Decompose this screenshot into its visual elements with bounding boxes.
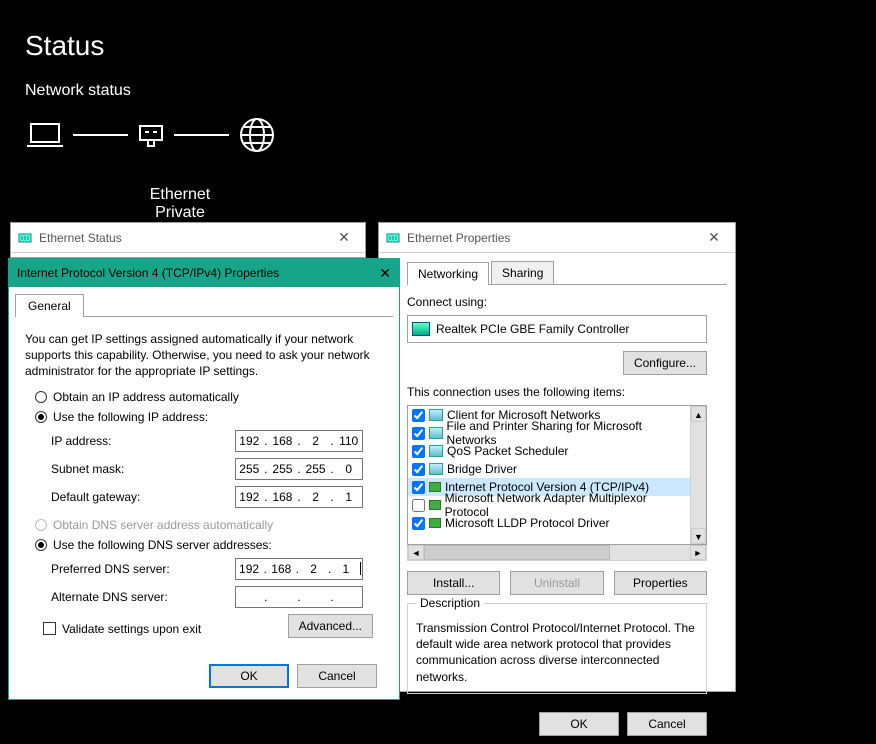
scroll-up-icon[interactable]: ▲ <box>691 406 706 422</box>
preferred-dns-input[interactable]: 192. 168. 2. 1 <box>235 558 363 580</box>
description-text: Transmission Control Protocol/Internet P… <box>416 620 698 685</box>
ipv4-title: Internet Protocol Version 4 (TCP/IPv4) P… <box>17 266 371 280</box>
connection-items-list: Client for Microsoft NetworksFile and Pr… <box>407 405 707 545</box>
ethernet-status-title: Ethernet Status <box>39 231 329 245</box>
ok-button[interactable]: OK <box>539 712 619 736</box>
network-diagram <box>0 115 876 155</box>
nic-field[interactable]: Realtek PCIe GBE Family Controller <box>407 315 707 343</box>
client-icon <box>429 463 443 475</box>
ethernet-properties-window: Ethernet Properties ✕ Networking Sharing… <box>378 222 736 692</box>
nic-icon <box>17 230 33 246</box>
alternate-dns-label: Alternate DNS server: <box>51 590 235 604</box>
ip-address-label: IP address: <box>51 434 235 448</box>
list-item[interactable]: Bridge Driver <box>408 460 690 478</box>
text-caret <box>360 562 361 575</box>
ipv4-intro-text: You can get IP settings assigned automat… <box>25 331 383 380</box>
cancel-button[interactable]: Cancel <box>297 664 377 688</box>
page-title: Status <box>0 0 876 82</box>
client-icon <box>429 409 443 421</box>
item-label: File and Printer Sharing for Microsoft N… <box>447 419 686 447</box>
horizontal-scrollbar[interactable]: ◄ ► <box>407 545 707 561</box>
advanced-button[interactable]: Advanced... <box>288 614 373 638</box>
tab-general[interactable]: General <box>15 294 84 317</box>
nic-name: Realtek PCIe GBE Family Controller <box>436 322 629 336</box>
subnet-mask-input[interactable]: 255. 255. 255. 0 <box>235 458 363 480</box>
gateway-input[interactable]: 192. 168. 2. 1 <box>235 486 363 508</box>
radio-use-dns[interactable]: Use the following DNS server addresses: <box>35 538 393 552</box>
item-checkbox[interactable] <box>412 499 425 512</box>
preferred-dns-label: Preferred DNS server: <box>51 562 235 576</box>
connector-line <box>73 134 128 136</box>
list-item[interactable]: File and Printer Sharing for Microsoft N… <box>408 424 690 442</box>
item-checkbox[interactable] <box>412 409 425 422</box>
nic-icon <box>385 230 401 246</box>
gateway-label: Default gateway: <box>51 490 235 504</box>
item-label: Bridge Driver <box>447 462 517 476</box>
ethernet-status-window: Ethernet Status ✕ <box>10 222 366 258</box>
radio-use-ip[interactable]: Use the following IP address: <box>35 410 393 424</box>
connector-line <box>174 134 229 136</box>
configure-button[interactable]: Configure... <box>623 351 707 375</box>
scroll-down-icon[interactable]: ▼ <box>691 528 706 544</box>
close-icon[interactable]: ✕ <box>329 229 359 246</box>
item-checkbox[interactable] <box>412 481 425 494</box>
client-icon <box>429 427 443 439</box>
radio-label: Obtain DNS server address automatically <box>53 518 273 532</box>
protocol-icon <box>429 500 441 510</box>
item-checkbox[interactable] <box>412 427 425 440</box>
ethernet-properties-title: Ethernet Properties <box>407 231 699 245</box>
protocol-icon <box>429 482 441 492</box>
uninstall-button: Uninstall <box>510 571 603 595</box>
description-group: Description Transmission Control Protoco… <box>407 603 707 694</box>
tab-networking[interactable]: Networking <box>407 262 489 285</box>
ethernet-label: Ethernet <box>140 186 220 204</box>
ipv4-properties-window: Internet Protocol Version 4 (TCP/IPv4) P… <box>8 258 400 700</box>
vertical-scrollbar[interactable]: ▲ ▼ <box>690 406 706 544</box>
client-icon <box>429 445 443 457</box>
install-button[interactable]: Install... <box>407 571 500 595</box>
item-checkbox[interactable] <box>412 445 425 458</box>
scroll-left-icon[interactable]: ◄ <box>408 545 424 560</box>
ip-address-input[interactable]: 192. 168. 2. 110 <box>235 430 363 452</box>
close-icon[interactable]: ✕ <box>699 229 729 246</box>
radio-label: Use the following DNS server addresses: <box>53 538 272 552</box>
protocol-icon <box>429 518 441 528</box>
item-checkbox[interactable] <box>412 517 425 530</box>
radio-label: Use the following IP address: <box>53 410 208 424</box>
alternate-dns-input[interactable]: . . . <box>235 586 363 608</box>
description-legend: Description <box>416 596 484 610</box>
items-label: This connection uses the following items… <box>407 385 727 399</box>
item-label: QoS Packet Scheduler <box>447 444 568 458</box>
radio-obtain-dns-auto: Obtain DNS server address automatically <box>35 518 393 532</box>
globe-icon <box>237 115 277 155</box>
properties-button[interactable]: Properties <box>614 571 707 595</box>
scroll-right-icon[interactable]: ► <box>690 545 706 560</box>
item-label: Microsoft LLDP Protocol Driver <box>445 516 610 530</box>
ok-button[interactable]: OK <box>209 664 289 688</box>
radio-obtain-ip-auto[interactable]: Obtain an IP address automatically <box>35 390 393 404</box>
tab-sharing[interactable]: Sharing <box>491 261 554 284</box>
list-item[interactable]: Microsoft Network Adapter Multiplexor Pr… <box>408 496 690 514</box>
router-icon <box>136 120 166 150</box>
radio-label: Obtain an IP address automatically <box>53 390 239 404</box>
laptop-icon <box>25 120 65 150</box>
cancel-button[interactable]: Cancel <box>627 712 707 736</box>
checkbox-label: Validate settings upon exit <box>62 622 201 636</box>
item-checkbox[interactable] <box>412 463 425 476</box>
connect-using-label: Connect using: <box>407 295 727 309</box>
close-icon[interactable]: ✕ <box>371 265 391 282</box>
nic-icon <box>412 322 430 336</box>
item-label: Microsoft Network Adapter Multiplexor Pr… <box>445 491 686 519</box>
subnet-mask-label: Subnet mask: <box>51 462 235 476</box>
section-title: Network status <box>0 82 876 115</box>
